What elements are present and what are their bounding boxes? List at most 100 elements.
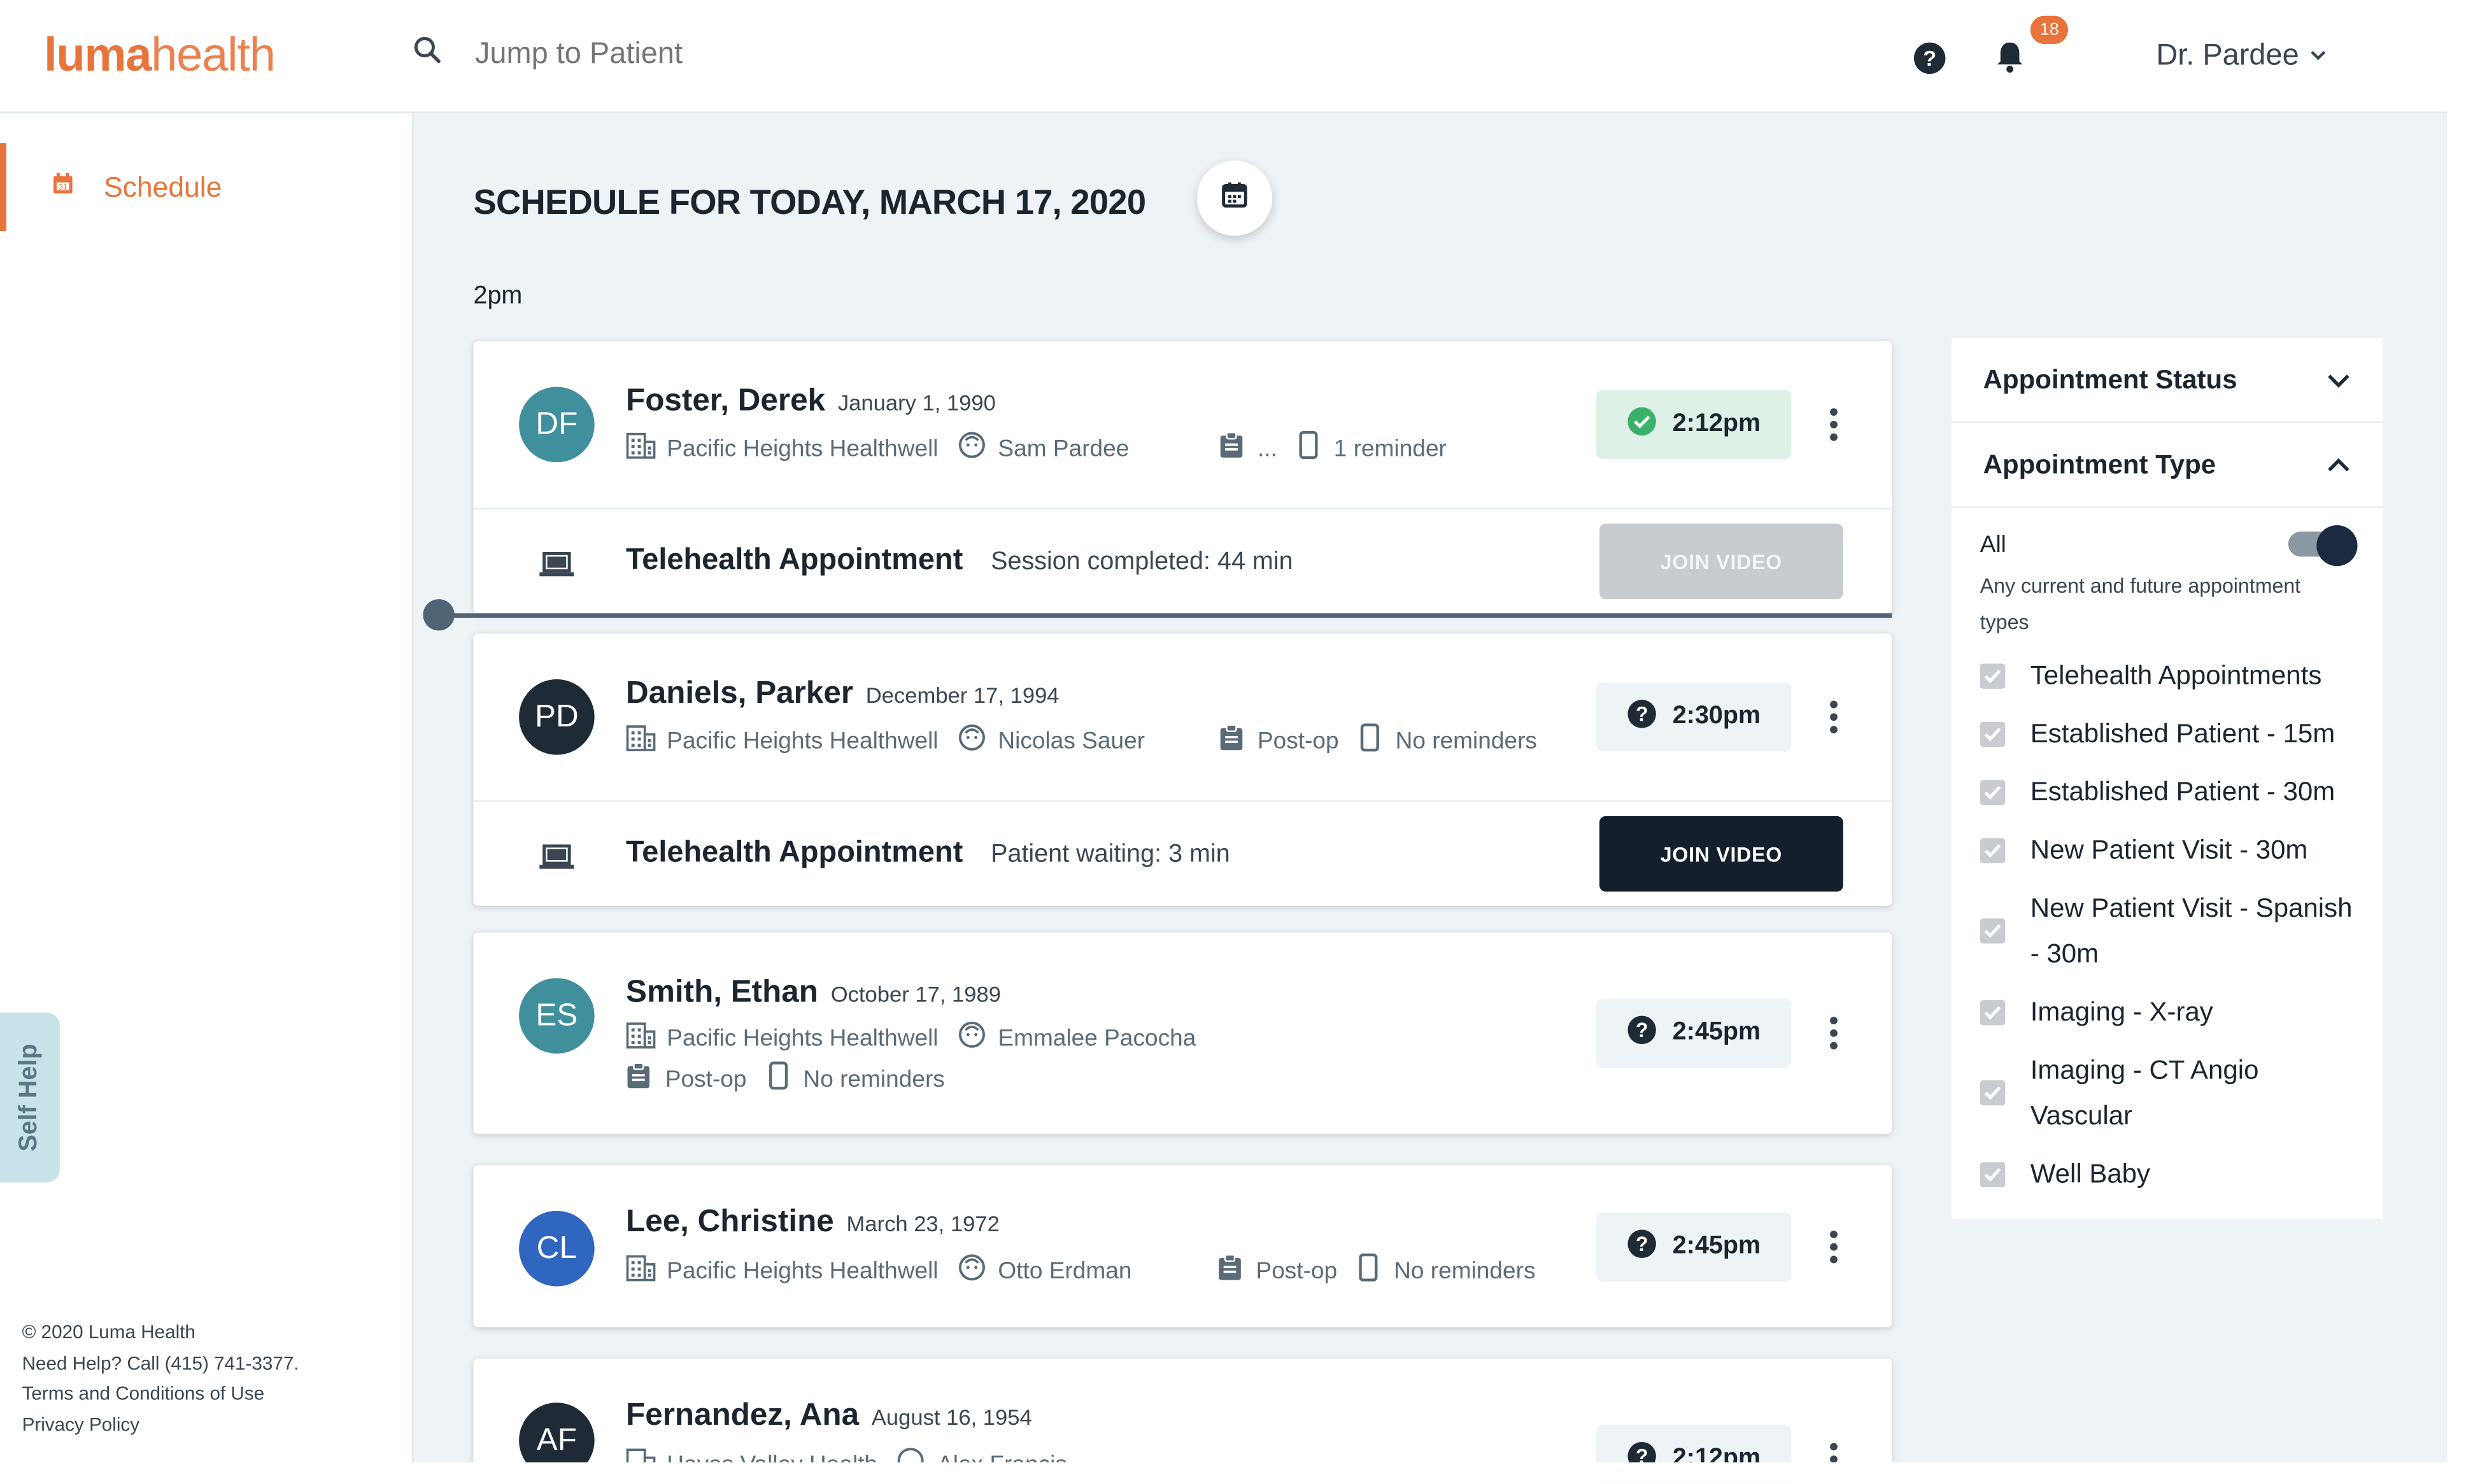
checkbox[interactable] — [1980, 837, 2006, 863]
appointment-time-badge[interactable]: ? 2:30pm — [1596, 682, 1792, 752]
logo-luma-text: luma — [44, 29, 152, 82]
telehealth-status: Patient waiting: 3 min — [991, 841, 1230, 868]
more-options-icon[interactable] — [1829, 1016, 1839, 1059]
search-icon[interactable] — [412, 34, 443, 74]
filter-panel: Appointment Status Appointment Type All … — [1952, 338, 2383, 1219]
avatar: PD — [519, 679, 595, 755]
appointment-time-badge[interactable]: ? 2:45pm — [1596, 998, 1792, 1068]
location-name: Pacific Heights Healthwell — [667, 727, 939, 754]
appointment-time: 2:12pm — [1672, 410, 1761, 437]
appointment-summary[interactable]: DF Foster, Derek January 1, 1990 Pacific … — [473, 341, 1892, 508]
current-time-line — [439, 613, 1892, 618]
sidebar-item-label: Schedule — [104, 170, 222, 202]
terms-link[interactable]: Terms and Conditions of Use — [22, 1380, 299, 1411]
self-help-tab[interactable]: Self Help — [0, 1012, 60, 1183]
phone-icon — [1361, 723, 1380, 758]
sidebar-item-schedule[interactable]: 31 Schedule — [0, 143, 412, 232]
date-picker-button[interactable] — [1196, 160, 1273, 236]
appointment-type-option[interactable]: Imaging - X-ray — [1980, 989, 2355, 1035]
luma-health-logo[interactable]: lumahealth — [44, 28, 276, 85]
appointment-type-option[interactable]: Telehealth Appointments — [1980, 653, 2355, 698]
patient-name-row: Foster, Derek January 1, 1990 — [626, 384, 996, 420]
patient-name: Daniels, Parker — [626, 676, 854, 711]
all-types-toggle[interactable] — [2288, 525, 2358, 567]
top-header: lumahealth ? 18 Dr. Pardee — [0, 0, 2448, 113]
user-menu[interactable]: Dr. Pardee — [2156, 39, 2327, 74]
all-types-label: All — [1980, 530, 2006, 558]
jump-to-patient-search — [412, 34, 947, 74]
privacy-policy-link[interactable]: Privacy Policy — [22, 1411, 299, 1442]
accordion-title: Appointment Type — [1983, 449, 2216, 479]
appointment-card[interactable]: CL Lee, Christine March 23, 1972 Pacific … — [473, 1165, 1892, 1327]
appointment-card: DF Foster, Derek January 1, 1990 Pacific … — [473, 341, 1892, 614]
checkbox[interactable] — [1980, 721, 2006, 747]
chevron-up-icon — [2326, 449, 2351, 480]
appointment-status-accordion[interactable]: Appointment Status — [1952, 338, 2383, 423]
appointment-type-accordion[interactable]: Appointment Type — [1952, 423, 2383, 508]
join-video-button[interactable]: JOIN VIDEO — [1599, 816, 1843, 892]
clipboard-icon — [1218, 431, 1244, 465]
appointment-type-label: Imaging - CT Angio Vascular — [2030, 1055, 2259, 1131]
appointment-time: 2:30pm — [1672, 703, 1761, 730]
appointment-type-option[interactable]: Established Patient - 30m — [1980, 769, 2355, 815]
patient-name: Smith, Ethan — [626, 975, 818, 1010]
appointment-meta: Pacific Heights Healthwell Sam Pardee ..… — [626, 431, 1447, 465]
appointment-type-option[interactable]: Established Patient - 15m — [1980, 710, 2355, 756]
building-icon — [626, 723, 656, 758]
provider-icon — [957, 431, 985, 465]
appointment-type-options: All Any current and future appointment t… — [1952, 508, 2383, 1219]
svg-text:?: ? — [1636, 1018, 1649, 1041]
schedule-main: SCHEDULE FOR TODAY, MARCH 17, 2020 2pm D… — [413, 113, 2448, 1483]
avatar: CL — [519, 1210, 595, 1287]
appointment-time: 2:45pm — [1672, 1019, 1761, 1046]
patient-name: Foster, Derek — [626, 383, 826, 419]
appointment-type-option[interactable]: New Patient Visit - 30m — [1980, 827, 2355, 873]
checkbox[interactable] — [1980, 1161, 2006, 1187]
appointment-meta: Pacific Heights Healthwell Nicolas Sauer… — [626, 723, 1537, 758]
current-time-marker — [423, 599, 455, 631]
page-bottom-edge — [0, 1462, 2466, 1483]
chevron-down-icon — [2309, 39, 2328, 74]
notifications-bell-icon[interactable] — [1994, 39, 2025, 82]
appointment-type-option[interactable]: Imaging - CT Angio Vascular — [1980, 1047, 2355, 1138]
building-icon — [626, 431, 656, 465]
appointment-note: Post-op — [665, 1065, 747, 1092]
checkbox[interactable] — [1980, 1080, 2006, 1106]
more-options-icon[interactable] — [1829, 407, 1839, 450]
appointment-type-option[interactable]: New Patient Visit - Spanish - 30m — [1980, 886, 2355, 977]
more-options-icon[interactable] — [1829, 1230, 1839, 1273]
appointment-time-badge[interactable]: ? 2:45pm — [1596, 1212, 1792, 1282]
checkbox[interactable] — [1980, 663, 2006, 688]
appointment-type-option[interactable]: Well Baby — [1980, 1151, 2355, 1197]
telehealth-row: Telehealth Appointment Session completed… — [473, 507, 1892, 613]
telehealth-status: Session completed: 44 min — [991, 549, 1293, 576]
sidebar-footer: © 2020 Luma Health Need Help? Call (415)… — [22, 1318, 299, 1442]
appointment-type-label: Established Patient - 15m — [2030, 718, 2335, 749]
appointment-card[interactable]: ES Smith, Ethan October 17, 1989 Pacific … — [473, 932, 1892, 1134]
avatar: ES — [519, 978, 595, 1054]
help-icon[interactable]: ? — [1913, 41, 1947, 83]
join-video-button[interactable]: JOIN VIDEO — [1599, 523, 1843, 600]
appointment-note: Post-op — [1256, 1257, 1338, 1284]
logo-health-text: health — [151, 29, 276, 82]
search-input[interactable] — [474, 37, 947, 72]
location-name: Pacific Heights Healthwell — [667, 1024, 939, 1052]
appointment-type-label: New Patient Visit - 30m — [2030, 835, 2308, 865]
clipboard-icon — [626, 1061, 651, 1096]
checkbox[interactable] — [1980, 918, 2006, 943]
chevron-down-icon — [2326, 364, 2351, 395]
notification-count-badge: 18 — [2030, 15, 2069, 45]
provider-name: Emmalee Pacocha — [998, 1024, 1196, 1052]
appointment-time-badge[interactable]: 2:12pm — [1596, 390, 1792, 460]
appointment-type-label: Well Baby — [2030, 1159, 2151, 1189]
laptop-icon — [539, 551, 574, 585]
appointment-summary[interactable]: PD Daniels, Parker December 17, 1994 Paci… — [473, 633, 1892, 800]
appointment-type-list: Telehealth Appointments Established Patie… — [1980, 653, 2355, 1197]
more-options-icon[interactable] — [1829, 700, 1839, 742]
patient-dob: October 17, 1989 — [830, 981, 1001, 1007]
appointment-note: ... — [1257, 434, 1277, 462]
accordion-title: Appointment Status — [1983, 364, 2237, 394]
appointment-meta: Pacific Heights Healthwell Otto Erdman P… — [626, 1253, 1535, 1288]
checkbox[interactable] — [1980, 779, 2006, 805]
checkbox[interactable] — [1980, 999, 2006, 1025]
